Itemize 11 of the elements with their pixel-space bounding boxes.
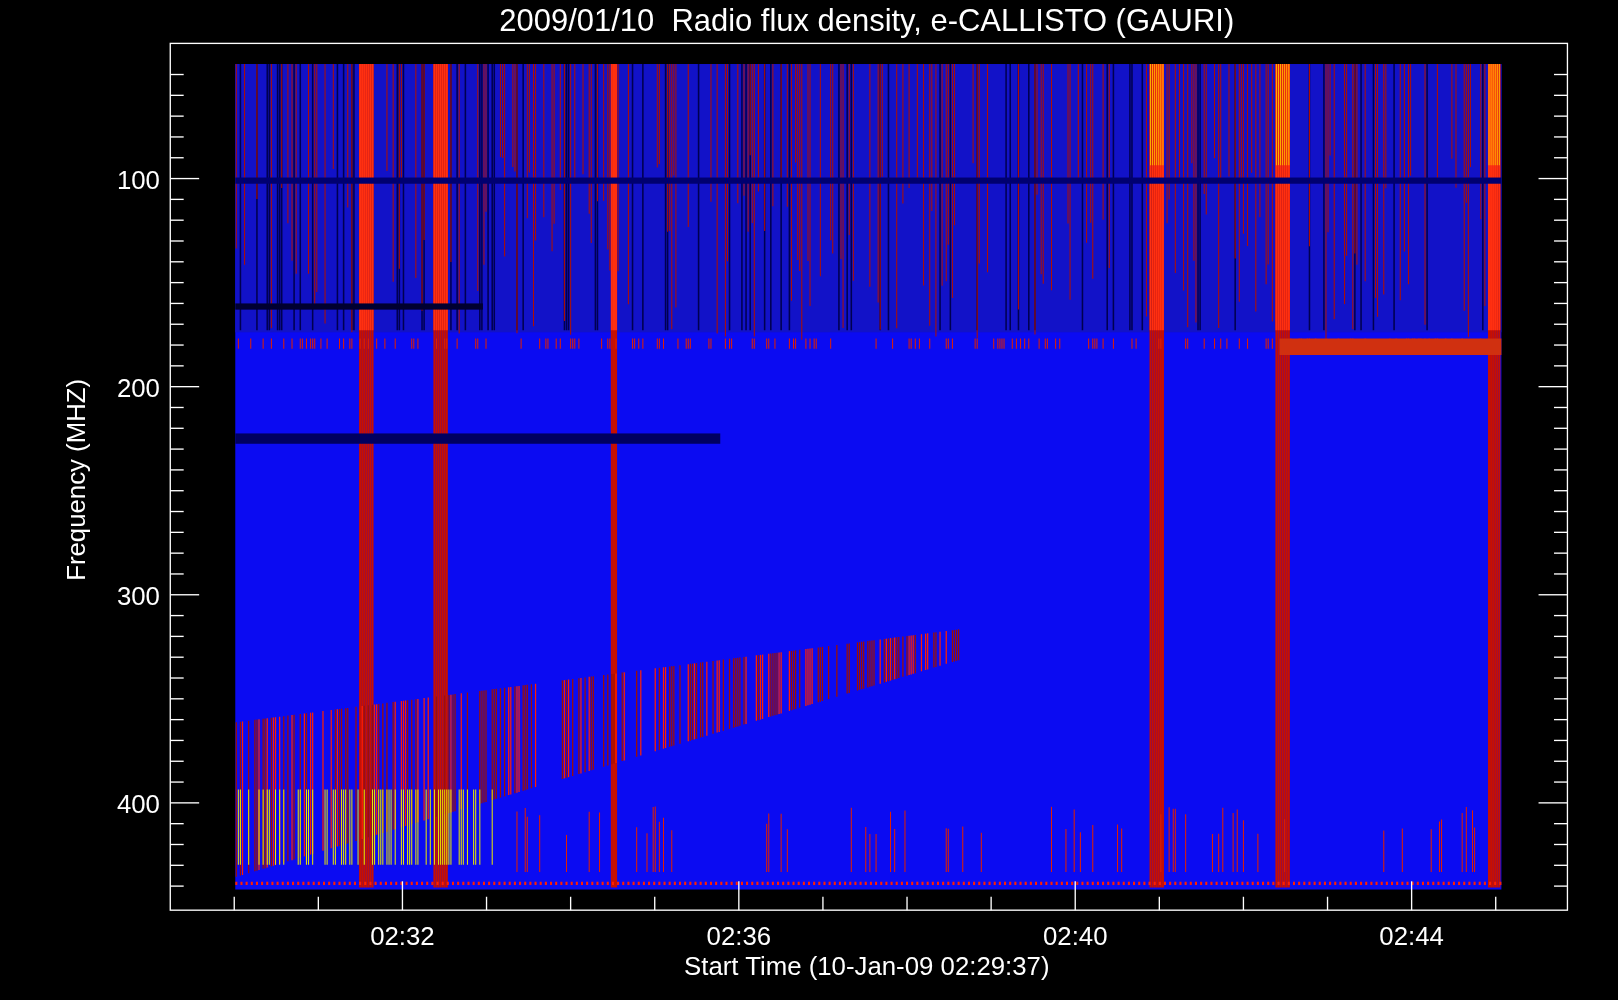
chart-title: 2009/01/10 Radio flux density, e-CALLISTO (GAURI) bbox=[499, 3, 1235, 38]
y-tick-label: 300 bbox=[116, 582, 160, 611]
x-axis-title: Start Time (10-Jan-09 02:29:37) bbox=[684, 952, 1050, 981]
y-tick-label: 400 bbox=[116, 790, 160, 819]
x-tick-label: 02:40 bbox=[1042, 922, 1108, 951]
y-tick-label: 200 bbox=[116, 374, 160, 402]
y-axis-title: Frequency (MHZ) bbox=[61, 378, 90, 581]
y-tick-label: 100 bbox=[116, 165, 160, 194]
x-tick-label: 02:44 bbox=[1379, 922, 1444, 951]
x-tick-label: 02:32 bbox=[370, 922, 435, 951]
x-tick-label: 02:36 bbox=[706, 922, 772, 951]
